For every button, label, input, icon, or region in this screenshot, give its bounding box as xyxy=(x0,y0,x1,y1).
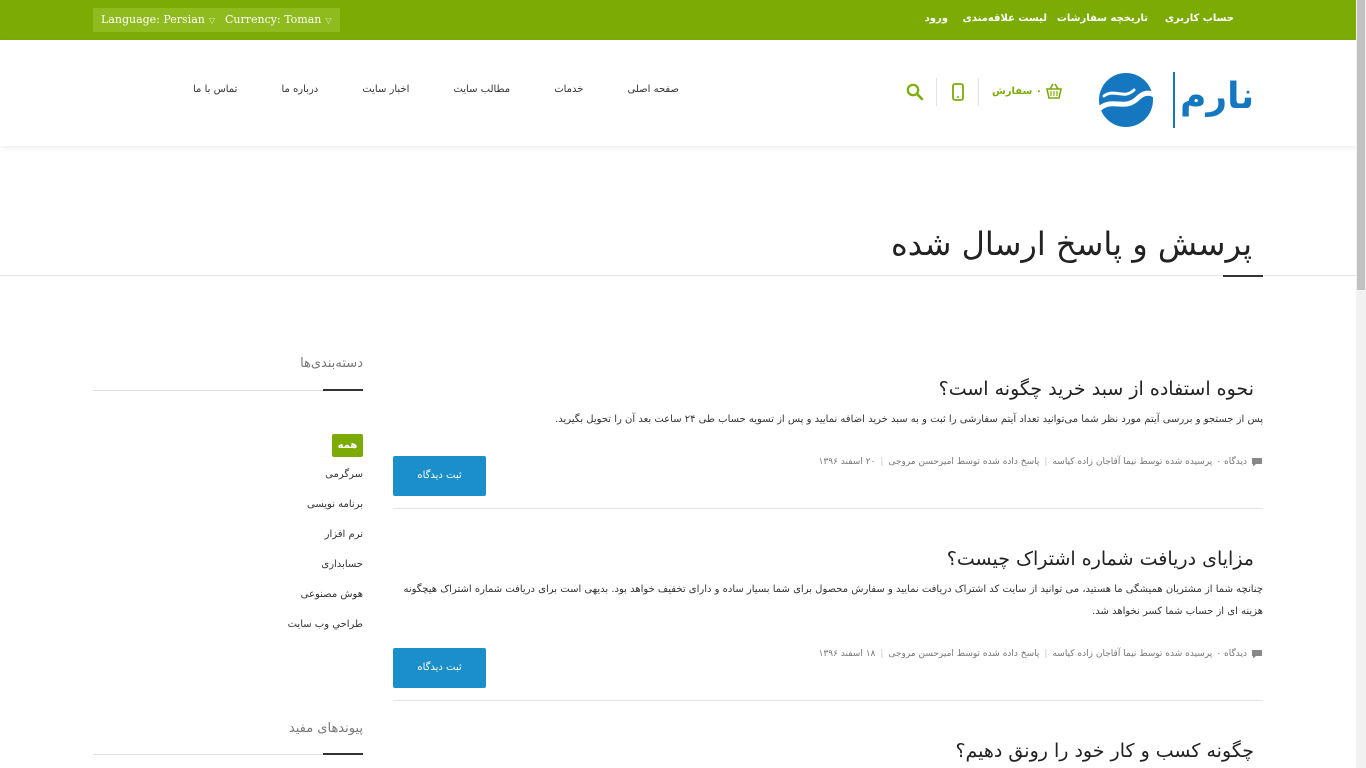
post-separator xyxy=(393,508,1263,509)
nav-home[interactable]: صفحه اصلی xyxy=(628,84,679,95)
comment-count: دیدگاه ۰ xyxy=(1216,457,1247,467)
submit-comment-button[interactable]: ثبت دیدگاه xyxy=(393,648,486,688)
login-link[interactable]: ورود xyxy=(925,13,948,24)
post-date: ۱۸ اسفند ۱۳۹۶ xyxy=(818,649,876,659)
mobile-button[interactable] xyxy=(952,83,964,105)
nav-news[interactable]: اخبار سایت xyxy=(362,84,409,95)
order-history-link[interactable]: تاریخچه سفارشات xyxy=(1057,13,1148,24)
post-separator xyxy=(393,700,1263,701)
logo-text: نارم xyxy=(1180,76,1255,117)
post-date: ۲۰ اسفند ۱۳۹۶ xyxy=(818,457,876,467)
asked-by: پرسیده شده توسط نیما آقاجان زاده کیاسه xyxy=(1052,457,1213,467)
wishlist-link[interactable]: لیست علاقه‌مندی xyxy=(963,13,1047,24)
post-title[interactable]: مزایای دریافت شماره اشتراک چیست؟ xyxy=(947,548,1254,570)
nav-articles[interactable]: مطالب سایت xyxy=(453,84,510,95)
post-meta: دیدگاه ۰ پرسیده شده توسط نیما آقاجان زاد… xyxy=(819,457,1263,467)
post-body: چنانچه شما از مشتریان همیشگی ما هستید، م… xyxy=(403,584,1263,617)
category-web-design[interactable]: طراحي وب سایت xyxy=(288,619,363,630)
comment-icon xyxy=(1252,458,1262,467)
post-meta: دیدگاه ۰ پرسیده شده توسط نیما آقاجان زاد… xyxy=(819,649,1263,659)
top-bar: Language: Persian ▽ Currency: Toman ▽ حساب… xyxy=(0,0,1356,40)
divider xyxy=(936,78,937,106)
categories-rule-accent xyxy=(323,389,363,391)
search-icon xyxy=(906,83,924,101)
site-header: نارم ۰ سفارش صفحه اصلی خدمات مطالب سایت … xyxy=(0,40,1356,146)
mobile-icon xyxy=(952,83,964,101)
chevron-down-icon: ▽ xyxy=(208,16,216,25)
title-underline xyxy=(1223,275,1263,277)
language-label: Language: Persian xyxy=(101,13,205,26)
search-button[interactable] xyxy=(906,83,924,105)
submit-comment-button[interactable]: ثبت دیدگاه xyxy=(393,456,486,496)
cart-button[interactable]: ۰ سفارش xyxy=(992,83,1062,99)
main-nav: صفحه اصلی خدمات مطالب سایت اخبار سایت در… xyxy=(193,84,679,95)
nav-contact[interactable]: تماس با ما xyxy=(193,84,237,95)
category-programming[interactable]: برنامه نویسی xyxy=(307,499,363,510)
scrollbar-thumb[interactable] xyxy=(1357,0,1365,290)
account-link[interactable]: حساب کاربری xyxy=(1165,13,1234,24)
category-accounting[interactable]: حسابداری xyxy=(321,559,363,570)
comment-count: دیدگاه ۰ xyxy=(1216,649,1247,659)
category-ai[interactable]: هوش مصنوعی xyxy=(301,589,363,600)
currency-select[interactable]: Currency: Toman ▽ xyxy=(217,8,340,32)
categories-heading: دسته‌بندی‌ها xyxy=(300,356,363,371)
cart-label: ۰ سفارش xyxy=(992,85,1042,97)
category-all[interactable]: همه xyxy=(332,434,363,457)
category-entertainment[interactable]: سرگرمی xyxy=(325,469,363,480)
basket-icon xyxy=(1045,83,1062,99)
nav-services[interactable]: خدمات xyxy=(554,84,583,95)
post-body: پس از جستجو و بررسی آیتم مورد نظر شما می… xyxy=(555,414,1263,425)
divider xyxy=(978,78,979,106)
currency-label: Currency: Toman xyxy=(225,13,322,26)
site-logo[interactable]: نارم xyxy=(1094,70,1262,130)
links-rule-accent xyxy=(323,753,363,755)
nav-about[interactable]: درباره ما xyxy=(281,84,318,95)
chevron-down-icon: ▽ xyxy=(325,16,332,25)
page-title: پرسش و پاسخ ارسال شده xyxy=(891,225,1252,263)
answered-by: پاسخ داده شده توسط امیرحسن مروجی xyxy=(888,649,1040,659)
comment-icon xyxy=(1252,650,1262,659)
category-software[interactable]: نرم افزار xyxy=(325,529,363,540)
post-title[interactable]: نحوه استفاده از سبد خرید چگونه است؟ xyxy=(939,378,1254,400)
asked-by: پرسیده شده توسط نیما آقاجان زاده کیاسه xyxy=(1052,649,1213,659)
answered-by: پاسخ داده شده توسط امیرحسن مروجی xyxy=(888,457,1040,467)
useful-links-heading: پیوندهای مفید xyxy=(288,721,363,736)
post-title[interactable]: چگونه کسب و کار خود را رونق دهیم؟ xyxy=(955,740,1254,762)
language-select[interactable]: Language: Persian ▽ xyxy=(93,8,224,32)
